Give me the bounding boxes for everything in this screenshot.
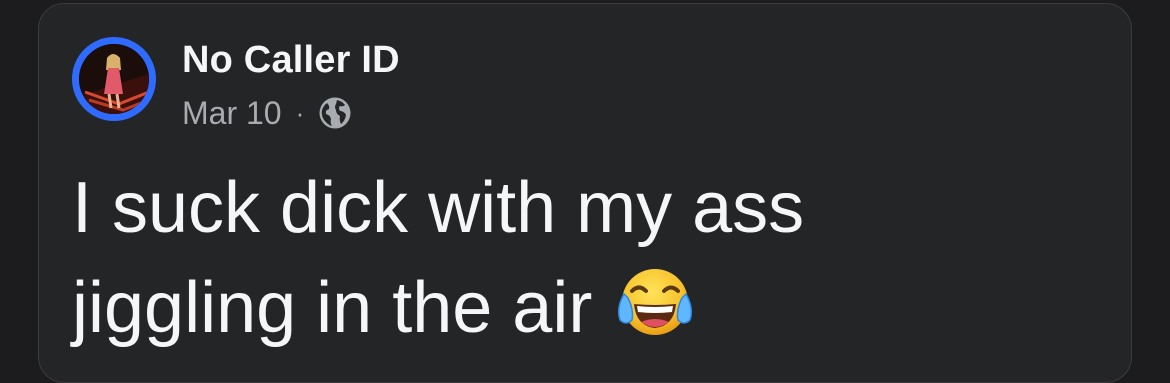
avatar-photo (79, 44, 149, 114)
post-text: I suck dick with my ass jiggling in the … (72, 158, 1112, 358)
post-meta: Mar 10 · (182, 93, 352, 133)
author-name[interactable]: No Caller ID (182, 39, 400, 82)
face-with-tears-of-joy-icon (614, 264, 696, 346)
post-text-line-2: jiggling in the air (72, 258, 1112, 358)
globe-icon[interactable] (318, 96, 352, 130)
post-text-line-2-text: jiggling in the air (72, 268, 593, 348)
post-date[interactable]: Mar 10 (182, 95, 282, 132)
meta-separator: · (295, 97, 305, 128)
avatar[interactable] (72, 37, 156, 121)
post-text-line-1: I suck dick with my ass (72, 168, 805, 248)
